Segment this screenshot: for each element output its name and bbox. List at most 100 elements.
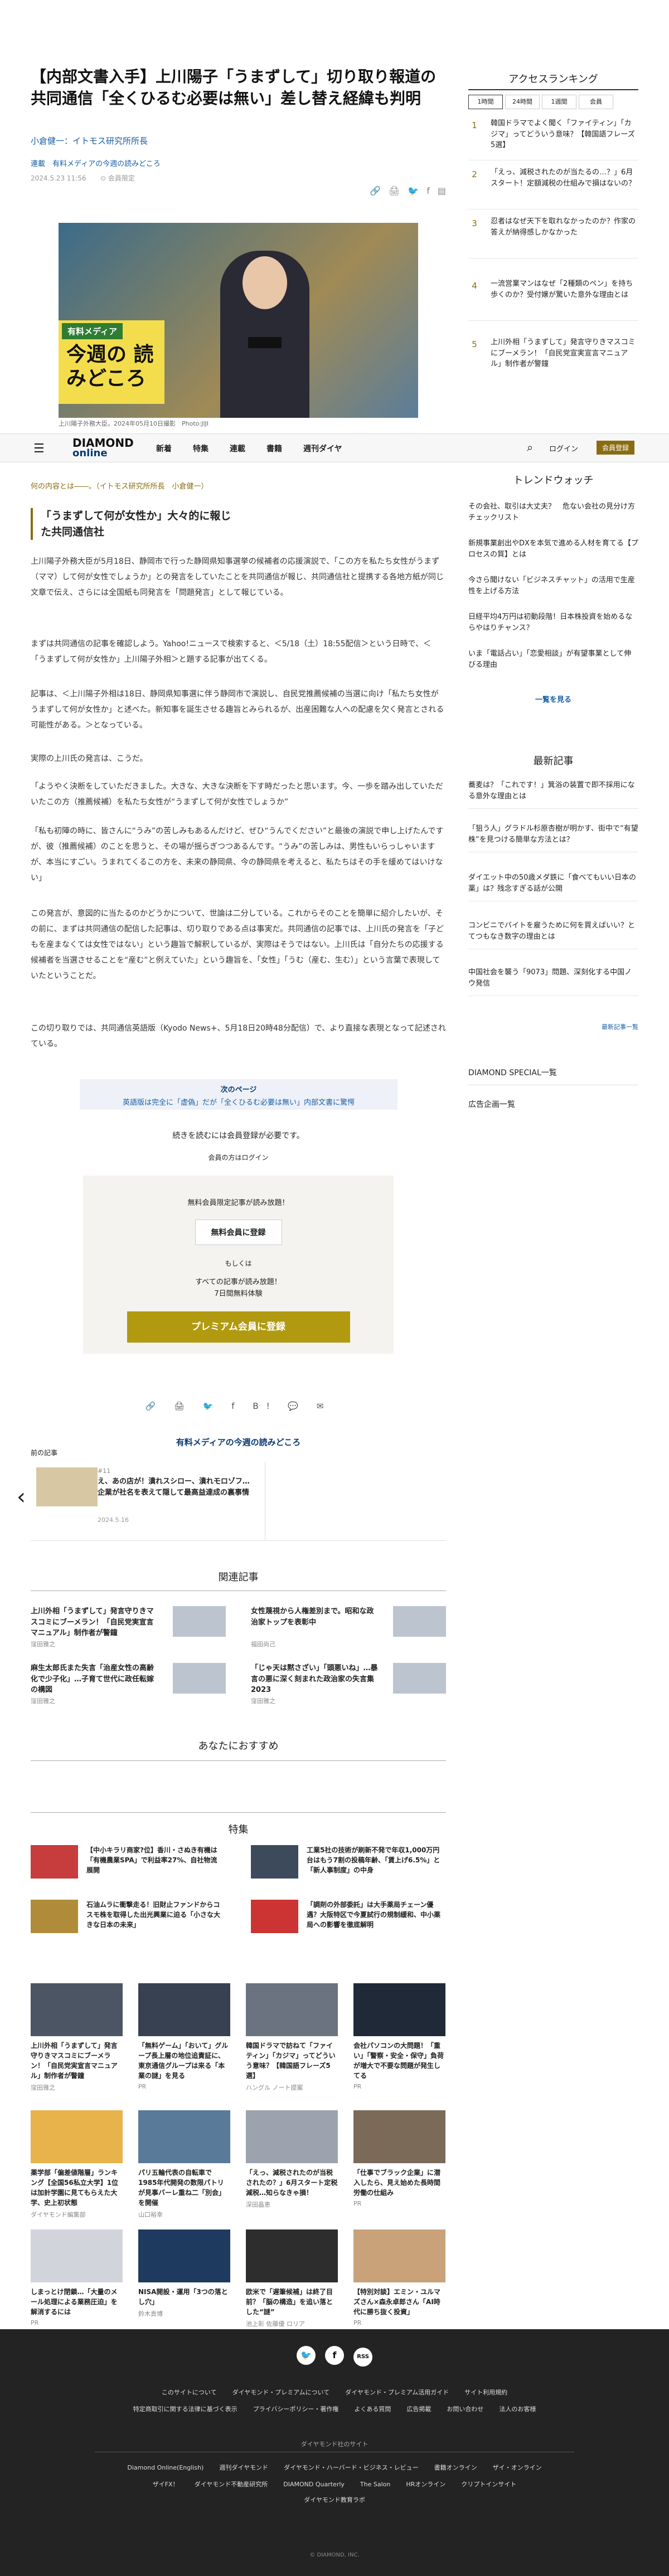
recommend-card[interactable]: 【特別対談】エミン・ユルマズさん×森永卓郎さん「AI時代に勝ち抜く投資」 PR — [353, 2229, 445, 2326]
related-item[interactable]: 女性蔑視から人権差別まで。昭和な政治家トップを表彰中 福田尚己 — [251, 1606, 446, 1648]
footer-link[interactable]: Diamond Online(English) — [127, 2464, 203, 2471]
rss-icon[interactable]: RSS — [353, 2348, 373, 2367]
recommend-card[interactable]: 「無料ゲーム」「おいて」グループ長上層の地位追責証に、東京通信グループは来る「本… — [138, 1983, 230, 2090]
trend-item[interactable]: 日経平均4万円は初動段階！日本株投資を始めるならやはりチャンス？ — [468, 612, 638, 633]
feature-item[interactable]: 石油ムラに衝撃走る！旧財止ファンドからコスモ株を取得した出光興業に迫る「小さな大… — [31, 1900, 226, 1944]
footer-link[interactable]: ダイヤモンド教育ラボ — [304, 2496, 365, 2504]
next-page-link[interactable]: 次のページ 英語版は完全に「虚偽」だが「全くひるむ必要は無い」内部文書に驚愕 — [80, 1079, 397, 1110]
related-item[interactable]: 「じゃ天は黙さざい」「頭悪いね」…暴言の悪に深く刻まれた政治家の失言集2023 窪… — [251, 1663, 446, 1705]
ranking-item[interactable]: 2 「えっ、減税されたのが当たるの…？」6月スタート！定額減税の仕組みで損はないの… — [468, 167, 638, 209]
tab-24h[interactable]: 24時間 — [505, 95, 540, 109]
card-title: 欧米で「遅筆候補」は終了目前？「脳の構造」を追い落とした“謎” — [246, 2288, 333, 2316]
footer-link[interactable]: お問い合わせ — [447, 2406, 483, 2413]
twitter-icon[interactable]: 🐦 — [296, 2346, 316, 2365]
site-logo[interactable]: DIAMOND online — [72, 437, 134, 458]
related-item[interactable]: 上川外相「うまずして」発言守りきマスコミにブーメラン！「自民党実宣言マニュアル」… — [31, 1606, 226, 1648]
latest-item[interactable]: 「狙う人」グラドル杉原杏樹が明かす、街中で“有望株”を見つける簡単な方法とは？ — [468, 823, 638, 852]
register-button[interactable]: 会員登録 — [597, 441, 635, 455]
nav-item-weekly[interactable]: 週刊ダイヤ — [303, 443, 342, 454]
trend-item[interactable]: 新規事業創出やDXを本気で進める人材を育てる【プロセスの質】とは — [468, 538, 638, 560]
members-only-label: ⊙ 会員限定 — [100, 174, 135, 182]
related-heading: 関連記事 — [218, 1572, 259, 1583]
recommend-card[interactable]: 会社パソコンの大問題！「重い」「警察・安全・保守」負荷が増大で不要な問題が発生し… — [353, 1983, 445, 2090]
recommend-card[interactable]: NISA開設・運用「3つの落とし穴」 鈴木貴博 — [138, 2229, 230, 2318]
recommend-card[interactable]: 「仕事でブラック企業」に潜入したら、見え始めた長時間労働の仕組み PR — [353, 2110, 445, 2207]
footer-link[interactable]: ダイヤモンド・プレミアムについて — [232, 2389, 330, 2396]
footer-link[interactable]: The Salon — [360, 2481, 390, 2488]
recommend-card[interactable]: 韓国ドラマで訪ねて「ファイティン」「カジマ」ってどういう意味？【韓国語フレーズ5… — [246, 1983, 338, 2092]
facebook-icon[interactable]: f — [325, 2346, 344, 2365]
latest-more-link[interactable]: 最新記事一覧 — [602, 1022, 638, 1031]
link-icon[interactable]: 🔗 — [370, 186, 381, 196]
latest-item[interactable]: 中国社会を襲う「9073」問題、深刻化する中国ノウ発信 — [468, 967, 638, 996]
tab-1h[interactable]: 1時間 — [468, 95, 503, 109]
recommend-card[interactable]: 薬学部「偏差値階層」ランキング【全国56私立大学】1位は加計学園に見てもらえた大… — [31, 2110, 123, 2219]
footer-link[interactable]: 特定商取引に関する法律に基づく表示 — [133, 2406, 237, 2413]
ranking-item[interactable]: 5 上川外相「うまずして」発言守りきマスコミにブーメラン！「自民党宣実宣言マニュア… — [468, 337, 638, 379]
footer-link[interactable]: DIAMOND Quarterly — [283, 2481, 345, 2488]
footer-link[interactable]: 法人のお客様 — [499, 2406, 536, 2413]
ranking-item[interactable]: 3 忍者はなぜ天下を取れなかったのか？作家の答えが納得感しかなかった — [468, 216, 638, 258]
related-item[interactable]: 麻生太郎氏また失言「治産女性の高齢化で少子化」…子育て世代に政任転嫁の構図 窪田雅… — [31, 1663, 226, 1705]
premium-register-button[interactable]: プレミアム会員に登録 — [127, 1311, 350, 1343]
footer-link[interactable]: ダイヤモンド不動産研究所 — [195, 2481, 268, 2488]
footer-link[interactable]: HRオンライン — [406, 2481, 445, 2488]
free-register-button[interactable]: 無料会員に登録 — [195, 1219, 282, 1245]
latest-item[interactable]: ダイエット中の50歳メダ鉄に「食べてもいい日本の薬」は？残念すぎる話が公開 — [468, 872, 638, 901]
feature-item[interactable]: 工業5社の技術が刷新不発で年収1,000万円台はもう7割の投稿年齢、「賃上げ6.… — [251, 1845, 446, 1890]
footer-link[interactable]: プライバシーポリシー・著作権 — [253, 2406, 339, 2413]
trend-item[interactable]: いま「電話占い」「恋愛相談」が有望事業として伸びる理由 — [468, 648, 638, 670]
recommend-card[interactable]: 「えっ、減税されたのが当税されたの？」6月スタート定税減税…知らなきゃ損！ 深田晶… — [246, 2110, 338, 2209]
ranking-item[interactable]: 4 一流営業マンはなぜ「2種類のペン」を持ち歩くのか？受付嬢が驚いた意外な理由とは — [468, 279, 638, 321]
footer-link[interactable]: ザイ・オンライン — [493, 2464, 542, 2471]
latest-item[interactable]: コンビニでバイトを雇うために何を買えばいい？とてつもなき数字の理由とは — [468, 920, 638, 949]
footer-link[interactable]: ダイヤモンド・プレミアム活用ガイド — [345, 2389, 449, 2396]
footer-link[interactable]: よくある質問 — [354, 2406, 391, 2413]
card-author: ダイヤモンド編集部 — [31, 2211, 86, 2218]
print-icon[interactable]: 🖨 — [389, 186, 400, 196]
trend-item[interactable]: その会社、取引は大丈夫？ 危ない会社の見分け方チェックリスト — [468, 501, 638, 523]
login-hint[interactable]: 会員の方はログイン — [31, 1153, 446, 1162]
bottom-share-icons[interactable]: 🔗 🖨 🐦 f B! 💬 ✉ — [31, 1401, 446, 1411]
footer-link[interactable]: ザイFX！ — [153, 2481, 179, 2488]
feature-item[interactable]: 【中小キラリ商家?位】香川・さぬき有機は「有機農業SPA」で利益率27%、自社物… — [31, 1845, 226, 1890]
latest-item[interactable]: 蕎麦は？「これです！」箕浴の装置で即不採用になる意外な理由とは — [468, 780, 638, 809]
recommend-card[interactable]: 上川外相「うまずして」発言守りきマスコミにブーメラン！「自民党実宣言マニュアル」… — [31, 1983, 123, 2092]
nav-item-books[interactable]: 書籍 — [266, 443, 282, 454]
facebook-icon[interactable]: f — [426, 186, 430, 196]
series-link[interactable]: 連載 有料メディアの今週の読みどころ — [31, 158, 161, 168]
recommend-heading: あなたにおすすめ — [198, 1740, 279, 1752]
recommend-card[interactable]: 欧米で「遅筆候補」は終了目前？「脳の構造」を追い落とした“謎” 池上彰 佐藤優 ロ… — [246, 2229, 338, 2328]
footer-link[interactable]: クリプトインサイト — [461, 2481, 516, 2488]
trend-item[interactable]: 今さら聞けない「ビジネスチャット」の活用で生産性を上げる方法 — [468, 575, 638, 597]
trend-more-link[interactable]: 一覧を見る — [468, 694, 638, 704]
footer-link[interactable]: 書籍オンライン — [434, 2464, 477, 2471]
paragraph: 実際の上川氏の発言は、こうだ。 — [31, 754, 148, 763]
feature-item[interactable]: 「調剤の外部委託」は大手薬局チェーン優遇？大阪特区で今夏試行の規制緩和、中小薬局… — [251, 1900, 446, 1944]
footer-link[interactable]: このサイトについて — [162, 2389, 217, 2396]
ranking-item[interactable]: 1 韓国ドラマでよく聞く「ファイティン」「カジマ」ってどういう意味？【韓国語フレー… — [468, 118, 638, 160]
footer-link[interactable]: 広告掲載 — [406, 2406, 431, 2413]
author-link[interactable]: 小倉健一：イトモス研究所所長 — [31, 135, 148, 147]
special-link[interactable]: DIAMOND SPECIAL一覧 — [468, 1067, 638, 1085]
reg-or: もしくは — [225, 1260, 252, 1267]
ads-link[interactable]: 広告企画一覧 — [468, 1099, 638, 1116]
footer-link[interactable]: 週刊ダイヤモンド — [219, 2464, 268, 2471]
menu-icon[interactable]: ☰ — [33, 442, 45, 456]
bookmark-icon[interactable]: ▤ — [438, 186, 446, 196]
footer-link[interactable]: ダイヤモンド・ハーバード・ビジネス・レビュー — [284, 2464, 419, 2471]
tab-1w[interactable]: 1週間 — [542, 95, 576, 109]
recommend-card[interactable]: パリ五輪代表の自転車で1985年代開発の数限パトリが見事バーレ重ね二「別会」を開… — [138, 2110, 230, 2219]
chevron-left-icon[interactable]: ‹ — [17, 1484, 26, 1510]
recommend-card[interactable]: しまっとけ閉鎖…「大量のメール処理による業務圧迫」を解消するには PR — [31, 2229, 123, 2326]
tab-member[interactable]: 会員 — [579, 95, 613, 109]
prev-thumbnail[interactable] — [36, 1467, 98, 1506]
footer-link[interactable]: サイト利用規約 — [464, 2389, 507, 2396]
prev-title[interactable]: え、あの店が！潰れスシロー、潰れモロゾフ…企業が社名を表えて隠して最高益達成の裏… — [98, 1476, 254, 1498]
login-link[interactable]: ログイン — [549, 443, 578, 453]
search-icon[interactable]: ⌕ — [527, 441, 533, 454]
twitter-icon[interactable]: 🐦 — [408, 186, 419, 196]
nav-item-series[interactable]: 連載 — [230, 443, 245, 454]
nav-item-features[interactable]: 特集 — [193, 443, 209, 454]
nav-item-new[interactable]: 新着 — [156, 443, 172, 454]
